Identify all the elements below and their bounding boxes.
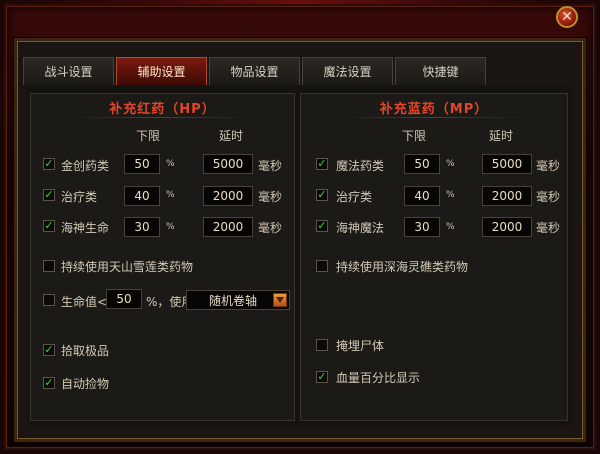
mp-row-3-checkbox[interactable]: ✓ <box>316 220 328 232</box>
mp-row-1-label: 魔法药类 <box>336 159 385 173</box>
mp-row-2-checkbox[interactable]: ✓ <box>316 189 328 201</box>
hp-percent-display-checkbox[interactable]: ✓ <box>316 371 328 383</box>
ms-unit: 毫秒 <box>536 190 561 204</box>
scroll-type-select[interactable]: 随机卷轴 <box>186 290 290 310</box>
bury-corpse-label: 掩埋尸体 <box>336 339 385 353</box>
auto-pick-checkbox[interactable]: ✓ <box>43 377 55 389</box>
hp-use-value-input[interactable]: 50 <box>106 289 142 309</box>
dropdown-arrow-icon[interactable] <box>273 293 287 307</box>
ms-unit: 毫秒 <box>536 221 561 235</box>
hp-continuous-label: 持续使用天山雪莲类药物 <box>61 260 194 274</box>
hp-continuous-checkbox[interactable] <box>43 260 55 272</box>
tab-magic-settings[interactable]: 魔法设置 <box>302 57 393 85</box>
tab-hotkeys[interactable]: 快捷键 <box>395 57 486 85</box>
pick-best-checkbox[interactable]: ✓ <box>43 344 55 356</box>
ms-unit: 毫秒 <box>536 159 561 173</box>
settings-window: ✕ 战斗设置 辅助设置 物品设置 魔法设置 快捷键 补充红药（HP） 下限 延时… <box>0 0 600 454</box>
hp-col-lower: 下限 <box>136 129 161 143</box>
hp-panel-title: 补充红药（HP） <box>109 102 216 117</box>
hp-row-1-checkbox[interactable]: ✓ <box>43 158 55 170</box>
hp-use-checkbox[interactable] <box>43 294 55 306</box>
title-divider <box>341 117 527 118</box>
percent-sign: % <box>166 190 175 200</box>
bury-corpse-checkbox[interactable] <box>316 339 328 351</box>
percent-sign: % <box>446 190 455 200</box>
percent-sign: % <box>166 159 175 169</box>
scroll-type-value: 随机卷轴 <box>209 294 258 308</box>
hp-row-2-label: 治疗类 <box>61 190 98 204</box>
auto-pick-label: 自动捡物 <box>61 377 110 391</box>
hp-percent-display-label: 血量百分比显示 <box>336 371 421 385</box>
ms-unit: 毫秒 <box>258 190 283 204</box>
hp-row-3-delay-input[interactable]: 2000 <box>203 217 253 237</box>
close-button[interactable]: ✕ <box>556 6 578 28</box>
hp-row-3-label: 海神生命 <box>61 221 110 235</box>
hp-row-2-lower-input[interactable]: 40 <box>124 186 160 206</box>
hp-row-1-delay-input[interactable]: 5000 <box>203 154 253 174</box>
hp-row-1-label: 金创药类 <box>61 159 110 173</box>
mp-col-delay: 延时 <box>489 129 514 143</box>
percent-sign: % <box>166 222 175 232</box>
hp-row-2-checkbox[interactable]: ✓ <box>43 189 55 201</box>
hp-row-2-delay-input[interactable]: 2000 <box>203 186 253 206</box>
percent-sign: % <box>446 159 455 169</box>
hp-row-1-lower-input[interactable]: 50 <box>124 154 160 174</box>
tab-item-settings[interactable]: 物品设置 <box>209 57 300 85</box>
tab-bar: 战斗设置 辅助设置 物品设置 魔法设置 快捷键 <box>23 57 488 85</box>
hp-use-prefix: 生命值< <box>61 295 108 309</box>
mp-row-3-delay-input[interactable]: 2000 <box>482 217 532 237</box>
ms-unit: 毫秒 <box>258 221 283 235</box>
mp-continuous-label: 持续使用深海灵礁类药物 <box>336 260 469 274</box>
mp-row-3-label: 海神魔法 <box>336 221 385 235</box>
mp-row-2-lower-input[interactable]: 40 <box>404 186 440 206</box>
percent-sign: % <box>446 222 455 232</box>
title-divider <box>71 117 254 118</box>
mp-row-2-label: 治疗类 <box>336 190 373 204</box>
tab-assist-settings[interactable]: 辅助设置 <box>116 57 207 85</box>
mp-col-lower: 下限 <box>402 129 427 143</box>
hp-row-3-checkbox[interactable]: ✓ <box>43 220 55 232</box>
hp-row-3-lower-input[interactable]: 30 <box>124 217 160 237</box>
mp-panel-title: 补充蓝药（MP） <box>379 102 489 117</box>
tab-combat-settings[interactable]: 战斗设置 <box>23 57 114 85</box>
mp-row-1-lower-input[interactable]: 50 <box>404 154 440 174</box>
hp-col-delay: 延时 <box>219 129 244 143</box>
mp-row-1-checkbox[interactable]: ✓ <box>316 158 328 170</box>
pick-best-label: 拾取极品 <box>61 344 110 358</box>
hp-panel: 补充红药（HP） <box>30 93 295 421</box>
mp-row-1-delay-input[interactable]: 5000 <box>482 154 532 174</box>
ms-unit: 毫秒 <box>258 159 283 173</box>
mp-row-3-lower-input[interactable]: 30 <box>404 217 440 237</box>
mp-row-2-delay-input[interactable]: 2000 <box>482 186 532 206</box>
mp-continuous-checkbox[interactable] <box>316 260 328 272</box>
